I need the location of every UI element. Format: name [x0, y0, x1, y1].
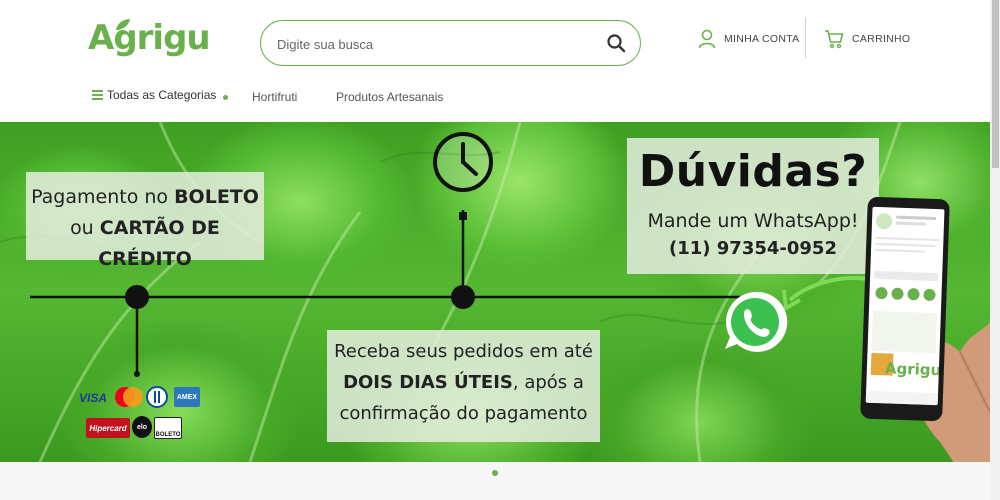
payment-info-box: Pagamento no BOLETO ou CARTÃO DE CRÉDITO — [26, 172, 264, 270]
search-bar — [260, 20, 641, 66]
hero-banner[interactable]: Pagamento no BOLETO ou CARTÃO DE CRÉDITO… — [0, 122, 990, 462]
cart-icon — [825, 30, 844, 49]
search-icon[interactable] — [606, 33, 626, 53]
payment-credit-card: CARTÃO DE CRÉDITO — [98, 217, 220, 270]
delivery-line2-suffix: , após a — [512, 372, 584, 393]
doubts-title: Dúvidas? — [638, 146, 868, 197]
nav-link-hortifruti[interactable]: Hortifruti — [252, 90, 297, 104]
logo-text: Agrigu — [88, 18, 211, 58]
whatsapp-icon — [725, 291, 788, 352]
delivery-days: DOIS DIAS ÚTEIS — [343, 372, 513, 393]
brand-logo[interactable]: Agrigu — [88, 18, 211, 70]
doubts-box: Dúvidas? Mande um WhatsApp! (11) 97354-0… — [627, 138, 879, 274]
cart-label: CARRINHO — [852, 33, 911, 45]
below-banner-strip — [0, 462, 990, 500]
payment-line1: Pagamento no — [31, 186, 175, 208]
all-categories-label: Todas as Categorias — [107, 88, 217, 102]
amex-logo: AMEX — [174, 387, 200, 407]
phone-logo-text: Agrigu — [884, 359, 942, 380]
delivery-line3: confirmação do pagamento — [339, 403, 588, 424]
boleto-logo: BOLETO — [154, 417, 182, 439]
page-scrollbar[interactable] — [990, 0, 1000, 500]
whatsapp-number: (11) 97354-0952 — [669, 238, 837, 259]
category-nav: Todas as Categorias Hortifruti Produtos … — [92, 88, 692, 108]
header-divider — [805, 18, 806, 58]
payment-line2: ou — [70, 217, 100, 239]
cart-link[interactable]: CARRINHO — [824, 28, 910, 50]
my-account-link[interactable]: MINHA CONTA — [698, 28, 799, 50]
diners-logo — [146, 386, 168, 408]
carousel-dot-active[interactable] — [492, 470, 498, 476]
search-input[interactable] — [277, 33, 597, 55]
smartphone-image: Agrigu — [860, 196, 950, 422]
all-categories-button[interactable]: Todas as Categorias — [92, 88, 216, 102]
hipercard-logo: Hipercard — [86, 418, 130, 438]
delivery-line1: Receba seus pedidos em até — [334, 341, 593, 362]
scrollbar-thumb[interactable] — [992, 0, 999, 168]
my-account-label: MINHA CONTA — [724, 33, 800, 45]
menu-icon — [92, 90, 103, 100]
visa-logo: VISA — [78, 391, 107, 405]
elo-logo: elo — [132, 416, 152, 438]
mastercard-logo — [115, 387, 143, 407]
nav-link-produtos-artesanais[interactable]: Produtos Artesanais — [336, 90, 443, 104]
phone-screen: Agrigu — [865, 206, 945, 406]
payment-card-logos: VISA AMEX Hipercard elo BOLETO — [74, 384, 204, 442]
delivery-info-box: Receba seus pedidos em até DOIS DIAS ÚTE… — [327, 330, 600, 442]
clock-icon — [433, 132, 493, 192]
doubts-subtitle: Mande um WhatsApp! — [647, 210, 859, 232]
nav-separator-dot — [223, 95, 228, 100]
user-icon — [698, 29, 716, 49]
site-header: Agrigu MINHA CONTA CARRINHO Todas as Cat… — [0, 0, 1000, 122]
payment-boleto: BOLETO — [174, 186, 259, 208]
